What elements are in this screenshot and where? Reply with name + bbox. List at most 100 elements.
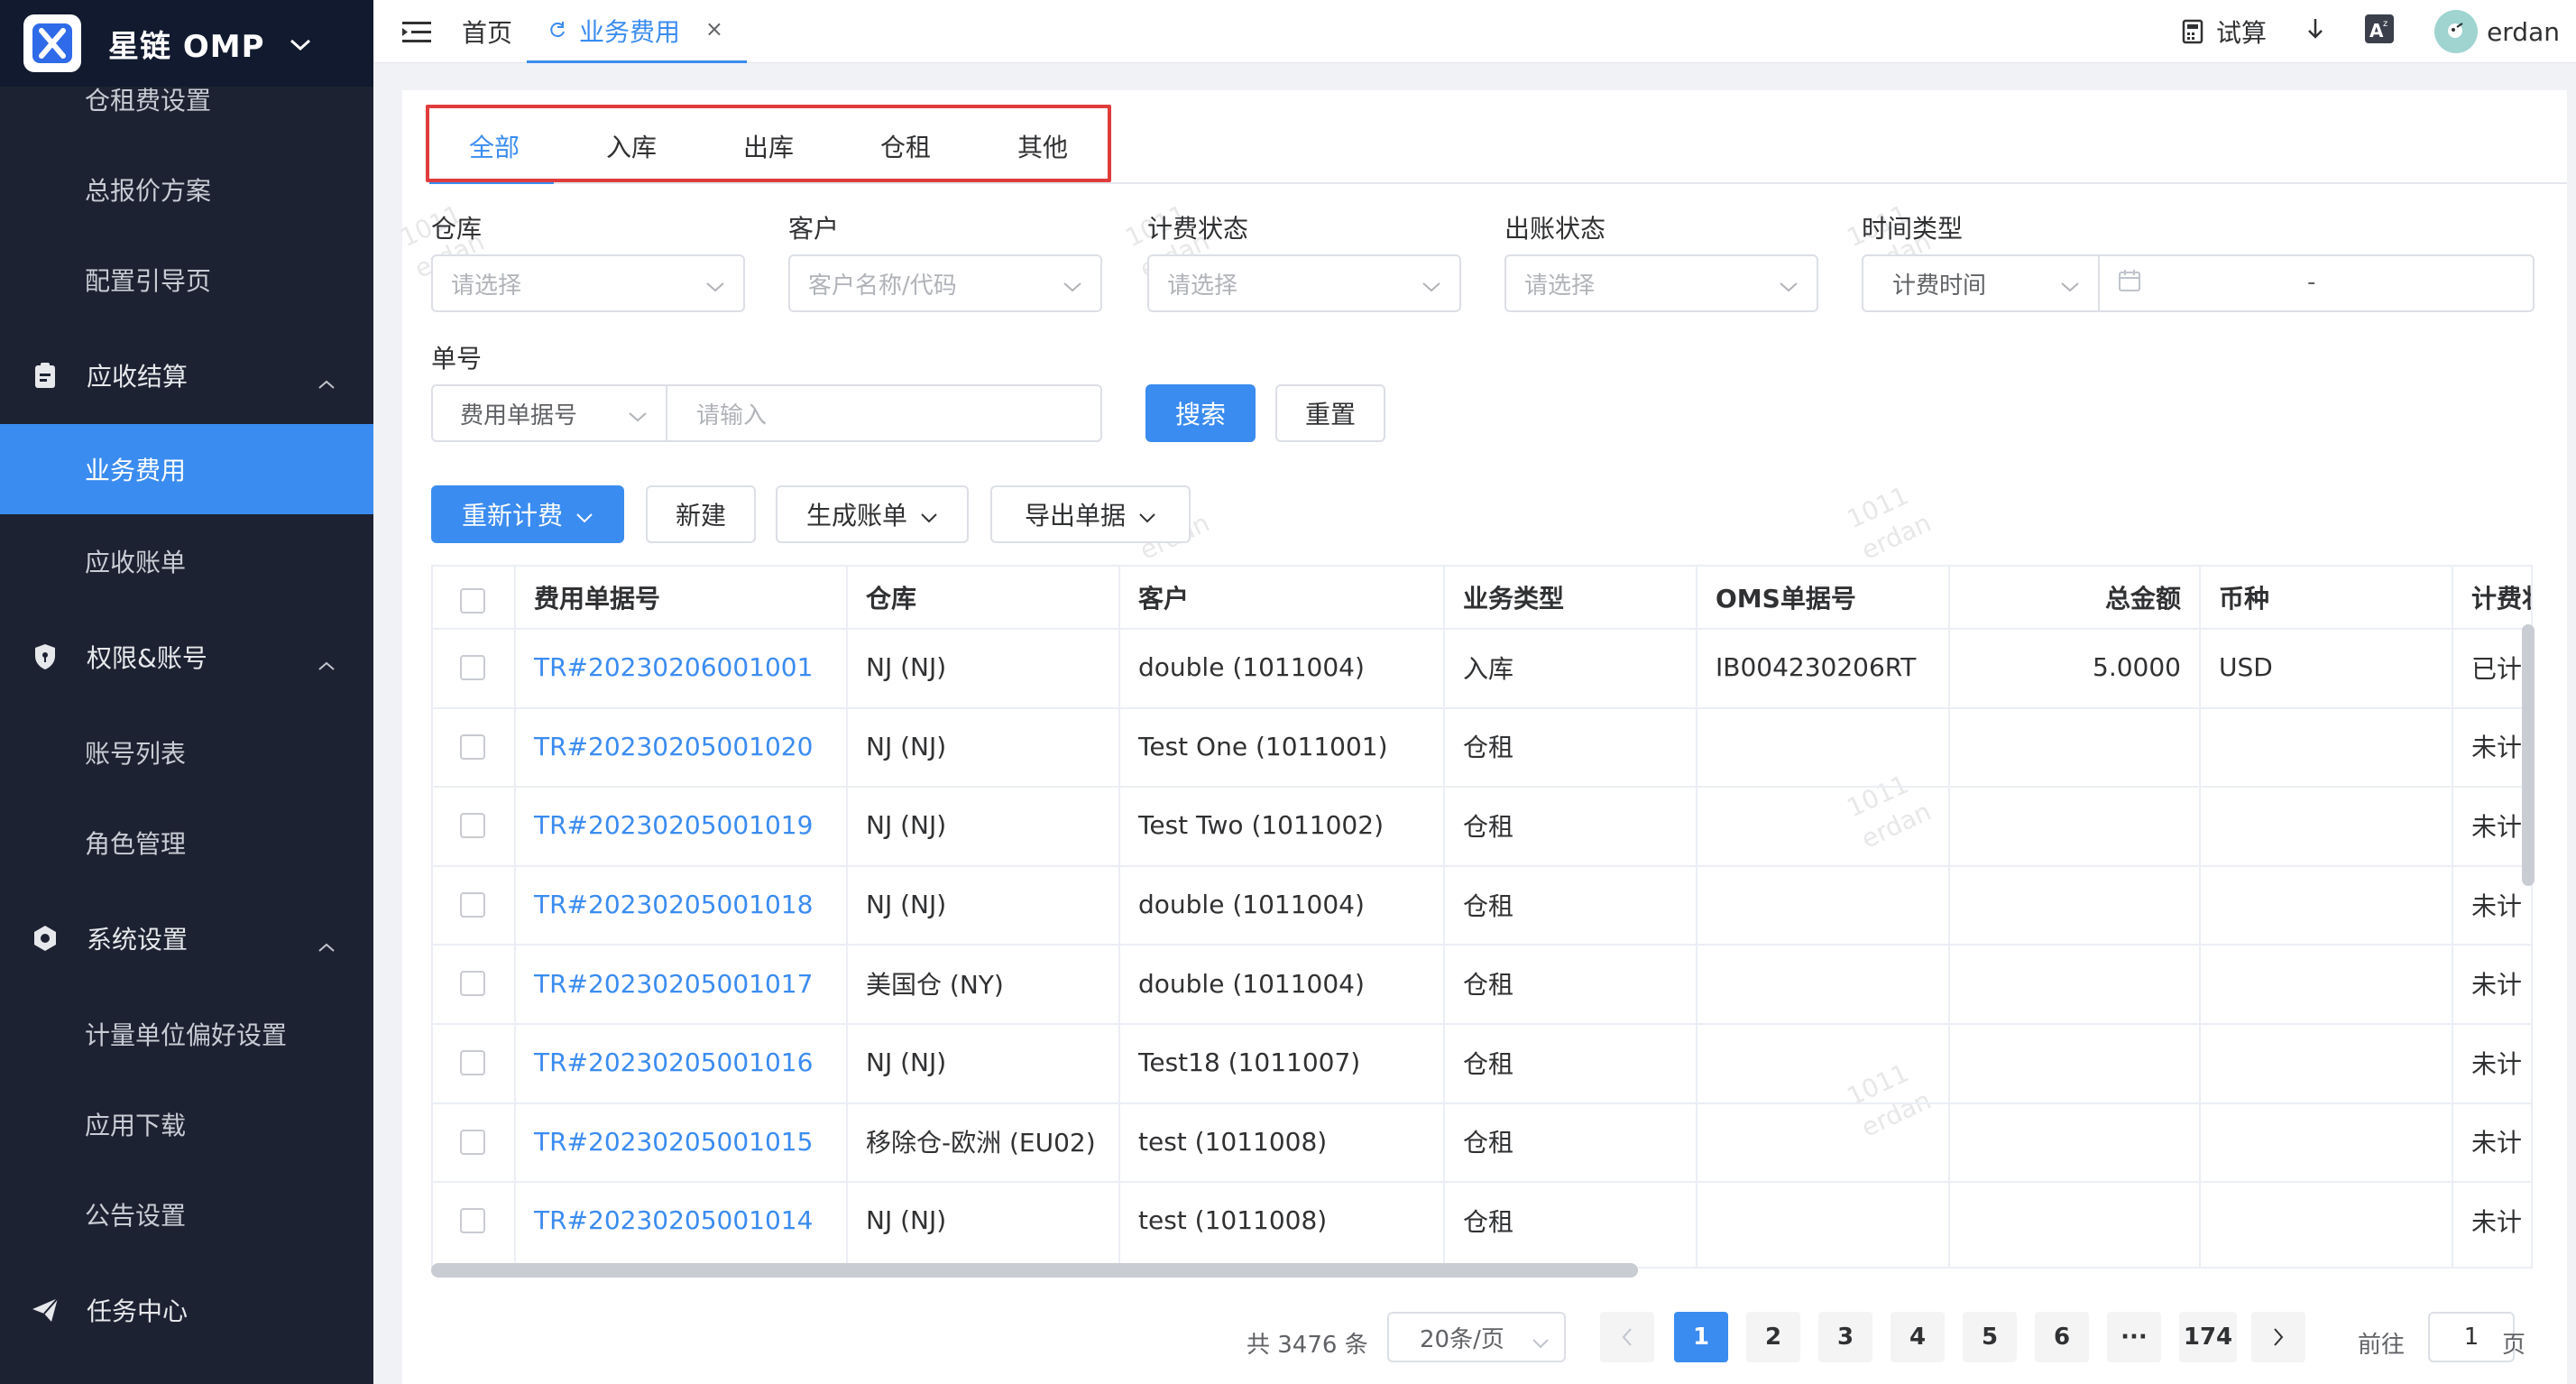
col-header-oms-no[interactable]: OMS单据号 [1697,567,1948,628]
customer-cell: test (1011008) [1138,1205,1328,1236]
sidebar-item-label: 总报价方案 [85,176,212,206]
fee-no-cell[interactable]: TR#20230205001019 [516,786,846,865]
row-checkbox[interactable] [460,655,485,680]
business-type-cell: 仓租 [1463,1128,1514,1158]
row-checkbox[interactable] [460,1208,485,1234]
warehouse-cell: NJ (NJ) [866,890,947,920]
total-cell [1950,944,2199,1023]
chevron-down-icon [1421,272,1441,300]
sidebar-item-quote-plan[interactable]: 总报价方案 [0,144,373,235]
billing-status-cell: 未计 [2471,733,2523,763]
sidebar-group-system-settings[interactable]: 系统设置 [0,893,373,983]
fee-no-cell[interactable]: TR#20230205001017 [516,944,846,1023]
close-icon[interactable]: × [705,16,723,42]
generate-bill-button[interactable]: 生成账单 [776,485,969,543]
fee-no-cell[interactable]: TR#20230205001015 [516,1103,846,1182]
chevron-down-icon[interactable] [289,29,312,59]
next-page-button[interactable] [2251,1312,2305,1362]
chevron-right-icon [2274,1328,2284,1346]
sidebar-item-role-management[interactable]: 角色管理 [0,798,373,888]
col-header-business-type[interactable]: 业务类型 [1445,567,1696,628]
time-type-select[interactable]: 计费时间 [1862,254,2100,312]
row-checkbox[interactable] [460,971,485,997]
bill-status-select[interactable]: 请选择 [1504,254,1818,312]
fee-no-cell[interactable]: TR#20230206001001 [516,628,846,707]
col-header-currency[interactable]: 币种 [2201,567,2452,628]
chevron-left-icon [1622,1328,1632,1346]
clipboard-icon [31,361,60,390]
language-button[interactable]: Az [2364,14,2395,51]
tab-business-fee[interactable]: 业务费用 × [527,0,747,63]
search-button[interactable]: 搜索 [1145,384,1256,442]
vertical-scrollbar[interactable] [2522,624,2535,886]
row-checkbox[interactable] [460,1129,485,1155]
chevron-up-icon [317,366,336,396]
col-header-customer[interactable]: 客户 [1120,567,1443,628]
fee-no-cell[interactable]: TR#20230205001018 [516,865,846,945]
export-button[interactable]: 导出单据 [990,485,1191,543]
recalc-button[interactable]: 重新计费 [431,485,624,543]
col-header-warehouse[interactable]: 仓库 [848,567,1118,628]
sidebar-item-receivable-bill[interactable]: 应收账单 [0,516,373,606]
billing-status-cell: 未计 [2471,1128,2523,1158]
page-button[interactable]: 1 [1674,1312,1728,1362]
chevron-down-icon [575,500,593,530]
page-button[interactable]: 2 [1746,1312,1800,1362]
currency-cell [2201,707,2452,787]
page-button[interactable]: 3 [1818,1312,1872,1362]
sidebar-item-account-list[interactable]: 账号列表 [0,707,373,798]
sidebar-group-receivables[interactable]: 应收结算 [0,330,373,420]
row-checkbox[interactable] [460,1050,485,1075]
sidebar-item-storage-fee[interactable]: 仓租费设置 [0,56,373,143]
warehouse-select[interactable]: 请选择 [431,254,745,312]
order-no-input[interactable]: 请输入 [666,384,1102,442]
fee-no-cell[interactable]: TR#20230205001016 [516,1023,846,1103]
new-button[interactable]: 新建 [646,485,756,543]
currency-cell: USD [2219,652,2273,683]
row-checkbox[interactable] [460,891,485,918]
warehouse-cell: 移除仓-欧洲 (EU02) [866,1128,1096,1158]
sidebar-item-task-center[interactable]: 任务中心 [0,1265,373,1355]
sidebar-item-business-fee[interactable]: 业务费用 [0,424,373,514]
sidebar: 星链 OMP 仓租费设置 总报价方案 配置引导页 应收结算 业务费用 应收账单 … [0,0,373,1384]
sidebar-item-unit-preferences[interactable]: 计量单位偏好设置 [0,989,373,1079]
sidebar-group-permissions[interactable]: 权限&账号 [0,612,373,702]
col-header-total[interactable]: 总金额 [1950,567,2199,628]
business-type-cell: 仓租 [1463,733,1514,763]
trial-calc-button[interactable]: 试算 [2182,14,2267,50]
order-no-type-select[interactable]: 费用单据号 [431,384,667,442]
oms-no-cell [1697,944,1948,1023]
currency-cell [2201,1103,2452,1182]
fee-no-cell[interactable]: TR#20230205001014 [516,1181,846,1260]
fee-no-cell[interactable]: TR#20230205001020 [516,707,846,787]
menu-collapse-icon[interactable] [402,20,433,51]
page-button[interactable]: 4 [1891,1312,1945,1362]
customer-select[interactable]: 客户名称/代码 [788,254,1102,312]
page-button[interactable]: 174 [2179,1312,2237,1362]
sidebar-item-guide[interactable]: 配置引导页 [0,235,373,325]
col-header-billing-status[interactable]: 计费状 [2453,567,2531,628]
prev-page-button[interactable] [1600,1312,1654,1362]
download-button[interactable] [2306,17,2324,47]
col-header-fee-no[interactable]: 费用单据号 [516,567,846,628]
select-all-checkbox[interactable] [460,588,485,614]
refresh-icon[interactable] [548,15,566,45]
time-type-label: 时间类型 [1862,214,1964,244]
sidebar-item-app-download[interactable]: 应用下载 [0,1079,373,1169]
sidebar-item-announcements[interactable]: 公告设置 [0,1169,373,1259]
page-button[interactable]: 5 [1963,1312,2017,1362]
date-range-picker[interactable]: - [2098,254,2535,312]
row-checkbox[interactable] [460,734,485,760]
billing-status-select[interactable]: 请选择 [1147,254,1461,312]
horizontal-scrollbar[interactable] [431,1263,1638,1278]
goto-label: 前往 [2358,1331,2406,1359]
reset-button[interactable]: 重置 [1275,384,1385,442]
page-ellipsis[interactable]: ··· [2107,1312,2161,1362]
page-size-select[interactable]: 20条/页 [1387,1312,1566,1362]
page-button[interactable]: 6 [2035,1312,2089,1362]
row-checkbox[interactable] [460,813,485,839]
tab-home[interactable]: 首页 [462,0,512,63]
oms-no-cell [1697,707,1948,787]
customer-cell: Test Two (1011002) [1138,810,1384,841]
user-menu[interactable]: erdan [2434,10,2560,53]
